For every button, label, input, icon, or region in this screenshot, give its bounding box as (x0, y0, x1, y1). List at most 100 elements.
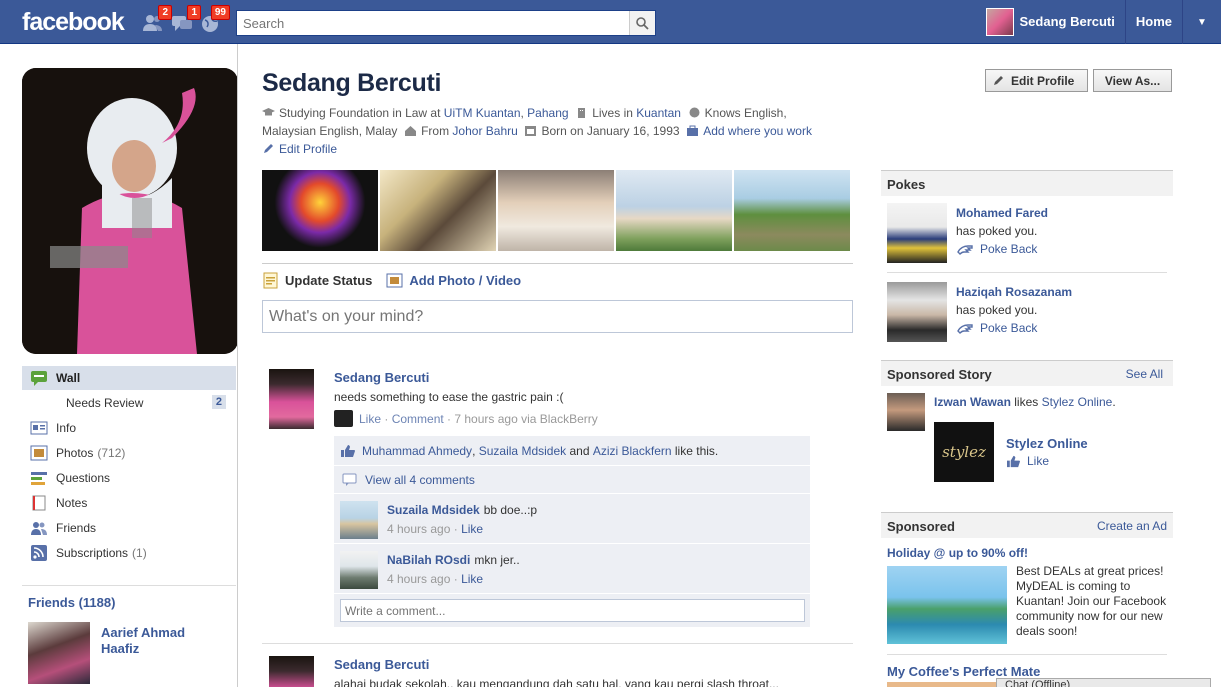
status-input[interactable] (263, 301, 852, 332)
comment-1-time[interactable]: 4 hours ago (387, 522, 450, 536)
strip-photo-1[interactable] (262, 170, 378, 251)
strip-photo-3[interactable] (498, 170, 614, 251)
friend-requests-jewel[interactable]: 2 (142, 5, 172, 33)
comment-2-like-link[interactable]: Like (461, 572, 483, 586)
poke-1-back-button[interactable]: Poke Back (956, 242, 1037, 256)
ad-2-image[interactable] (887, 682, 997, 687)
search-input[interactable] (237, 11, 627, 35)
from-prefix: From (421, 124, 450, 138)
comment-1-avatar[interactable] (340, 501, 378, 539)
ad-1-image[interactable] (887, 566, 1007, 644)
post-author-thumbnail[interactable] (269, 369, 314, 429)
ad-2-title[interactable]: My Coffee's Perfect Mate (887, 664, 1040, 679)
school-link[interactable]: UiTM Kuantan (444, 106, 521, 120)
strip-photo-4[interactable] (616, 170, 732, 251)
write-comment-input[interactable] (340, 599, 805, 622)
notes-icon (30, 495, 48, 511)
comment-2-avatar[interactable] (340, 551, 378, 589)
nav-notes[interactable]: Notes (22, 490, 236, 515)
liker-2[interactable]: Suzaila Mdsidek (479, 444, 566, 458)
comment-2: NaBilah ROsdi mkn jer.. 4 hours ago · Lik… (334, 544, 810, 594)
post-author-name[interactable]: Sedang Bercuti (334, 370, 429, 385)
sponsored-story-user-avatar[interactable] (887, 393, 925, 431)
profile-picture[interactable] (22, 68, 238, 354)
nav-notes-label: Notes (56, 495, 88, 510)
left-navigation: Wall Needs Review 2 Info Photos (712) Qu… (22, 366, 236, 565)
view-as-button[interactable]: View As... (1093, 69, 1172, 92)
notifications-badge: 99 (210, 5, 230, 20)
edit-profile-link[interactable]: Edit Profile (279, 142, 337, 156)
add-photo-video-tab[interactable]: Add Photo / Video (409, 273, 521, 288)
edit-profile-button[interactable]: Edit Profile (985, 69, 1088, 92)
nav-needs-review[interactable]: Needs Review 2 (22, 390, 236, 415)
lives-in-link[interactable]: Kuantan (636, 106, 681, 120)
ad-divider (887, 654, 1167, 655)
liker-3[interactable]: Azizi Blackfern (593, 444, 672, 458)
nav-needs-review-label: Needs Review (66, 395, 144, 410)
user-avatar[interactable] (985, 8, 1014, 36)
comment-1-like-link[interactable]: Like (461, 522, 483, 536)
nav-info[interactable]: Info (22, 415, 236, 440)
stylez-like-button[interactable]: Like (1006, 454, 1049, 468)
update-status-tab[interactable]: Update Status (285, 273, 372, 288)
home-link[interactable]: Home (1126, 0, 1183, 44)
sponsored-story-header-label: Sponsored Story (887, 367, 992, 382)
composer-tabs: Update Status Add Photo / Video (262, 271, 521, 289)
create-ad-link[interactable]: Create an Ad (1097, 519, 1167, 533)
nav-wall[interactable]: Wall (22, 366, 236, 390)
nav-friends[interactable]: Friends (22, 515, 236, 540)
nav-subscriptions[interactable]: Subscriptions (1) (22, 540, 236, 565)
post-like-link[interactable]: Like (359, 412, 381, 426)
comment-2-time[interactable]: 4 hours ago (387, 572, 450, 586)
status-icon (263, 272, 278, 288)
post-comment-link[interactable]: Comment (392, 412, 444, 426)
post-timestamp[interactable]: 7 hours ago via BlackBerry (454, 412, 597, 426)
account-menu-caret-icon[interactable]: ▼ (1183, 17, 1221, 28)
strip-photo-2[interactable] (380, 170, 496, 251)
friends-section-header[interactable]: Friends (1188) (28, 595, 115, 610)
comment-2-meta: 4 hours ago · Like (387, 572, 484, 586)
post-2-author-name[interactable]: Sedang Bercuti (334, 657, 429, 672)
poke-1-avatar[interactable] (887, 203, 947, 263)
strip-photo-5[interactable] (734, 170, 850, 251)
photo-strip (262, 170, 852, 251)
friend-thumbnail[interactable] (28, 622, 90, 684)
strip-divider (262, 263, 853, 264)
comment-2-author-name[interactable]: NaBilah ROsdi (387, 553, 470, 567)
nav-photos[interactable]: Photos (712) (22, 440, 236, 465)
liker-1[interactable]: Muhammad Ahmedy (362, 444, 472, 458)
messages-jewel[interactable]: 1 (171, 5, 201, 33)
school-location-link[interactable]: Pahang (527, 106, 568, 120)
friend-name-link[interactable]: Aarief Ahmad Haafiz (101, 625, 221, 657)
add-work-link[interactable]: Add where you work (703, 124, 812, 138)
post-2-author-thumbnail[interactable] (269, 656, 314, 687)
user-name-link[interactable]: Sedang Bercuti (1020, 0, 1126, 44)
see-all-link[interactable]: See All (1126, 367, 1163, 381)
left-divider (22, 585, 236, 586)
ad-1-title[interactable]: Holiday @ up to 90% off! (887, 546, 1028, 560)
needs-review-count-badge: 2 (211, 395, 226, 409)
facebook-logo[interactable]: facebook (22, 8, 125, 37)
chat-label: Chat (Offline) (1005, 679, 1071, 687)
poke-2-back-button[interactable]: Poke Back (956, 321, 1037, 335)
poke-2-name[interactable]: Haziqah Rosazanam (956, 285, 1072, 299)
post-feedback-block: Muhammad Ahmedy, Suzaila Mdsidek and Azi… (334, 436, 810, 628)
sponsored-story-user[interactable]: Izwan Wawan (934, 395, 1011, 409)
nav-subscriptions-count: (1) (132, 545, 147, 560)
chat-bar[interactable]: Chat (Offline) (996, 678, 1211, 687)
view-all-comments-row[interactable]: View all 4 comments (334, 466, 810, 494)
poke-2-avatar[interactable] (887, 282, 947, 342)
view-all-comments-link[interactable]: View all 4 comments (365, 473, 475, 487)
hometown-link[interactable]: Johor Bahru (452, 124, 517, 138)
nav-questions-label: Questions (56, 470, 111, 485)
notifications-jewel[interactable]: 99 (200, 5, 230, 33)
comment-1-meta: 4 hours ago · Like (387, 522, 484, 536)
nav-questions[interactable]: Questions (22, 465, 236, 490)
search-button[interactable] (629, 11, 655, 35)
sponsored-story-page-link[interactable]: Stylez Online (1042, 395, 1113, 409)
poke-1-name[interactable]: Mohamed Fared (956, 206, 1048, 220)
friends-nav-icon (30, 520, 48, 536)
stylez-online-logo[interactable]: stylez (934, 422, 994, 482)
stylez-online-title[interactable]: Stylez Online (1006, 436, 1088, 451)
comment-1-author-name[interactable]: Suzaila Mdsidek (387, 503, 480, 517)
